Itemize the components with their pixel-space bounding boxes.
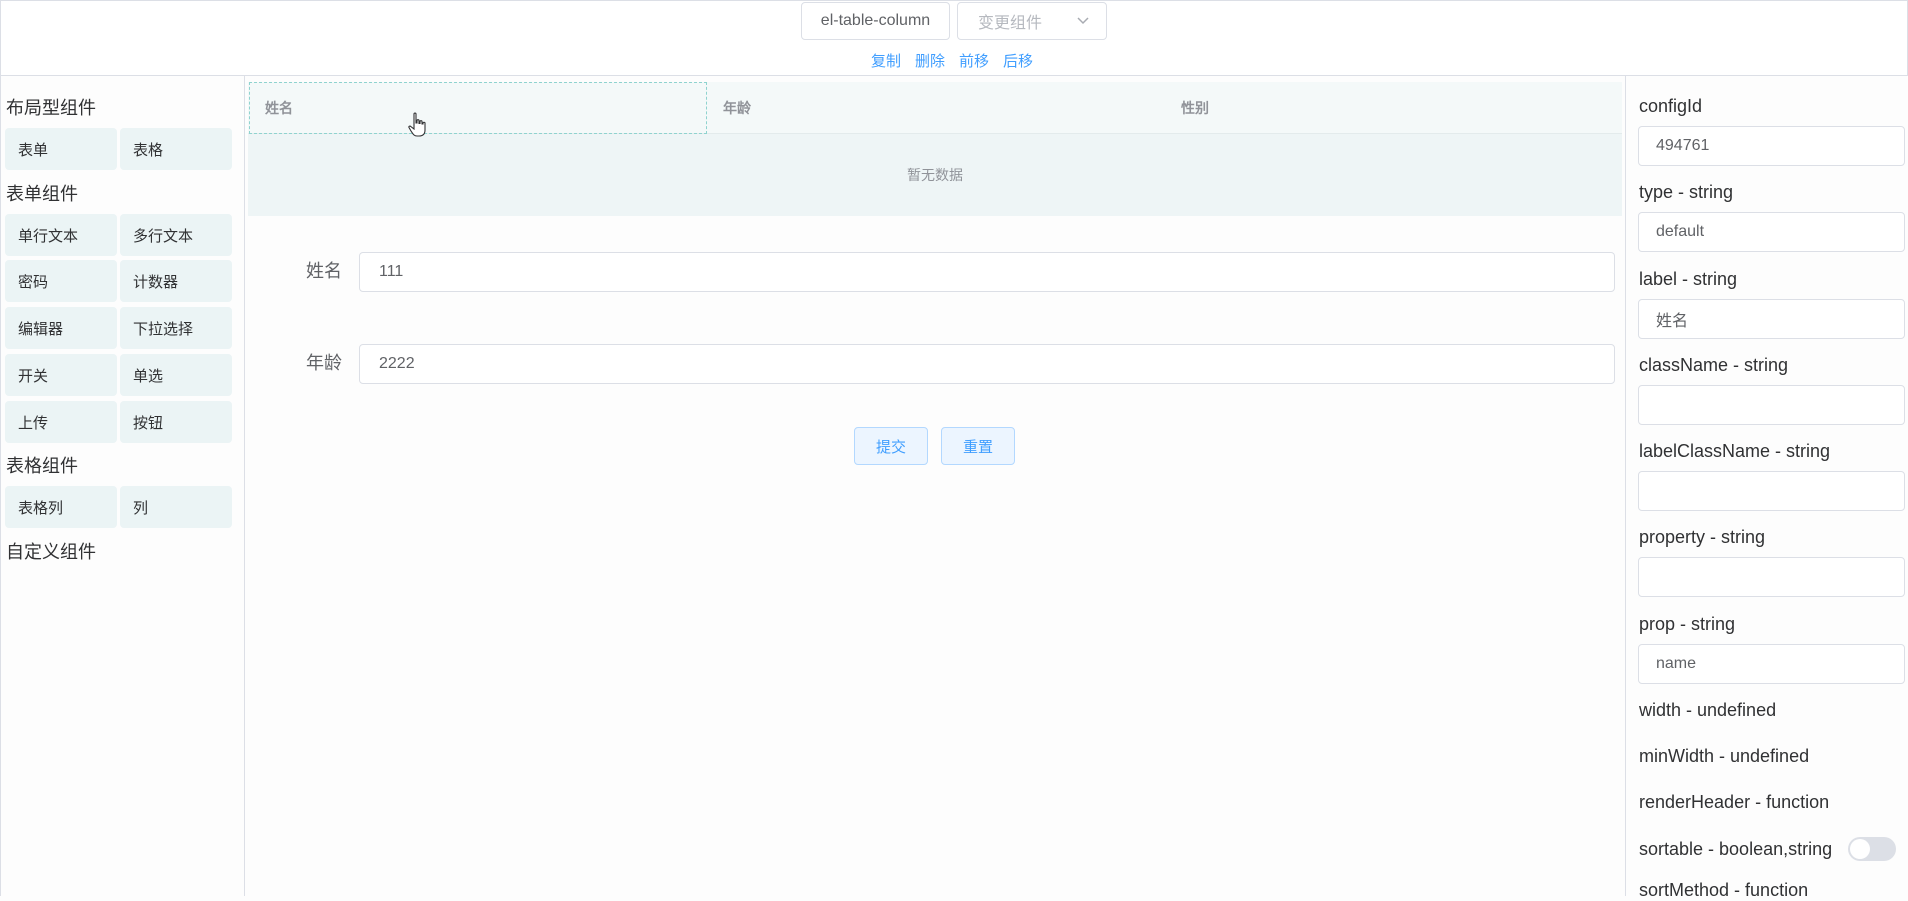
move-backward-button[interactable]: 后移 <box>1003 50 1033 71</box>
table-column-gender[interactable]: 性别 <box>1166 82 1622 134</box>
prop-input-label[interactable]: 姓名 <box>1638 299 1905 339</box>
palette-item-table-column[interactable]: 表格列 <box>5 486 117 528</box>
prop-label-classname: className - string <box>1639 355 1789 375</box>
properties-panel: configId 494761 type - string default la… <box>1625 76 1908 900</box>
palette-item-counter[interactable]: 计数器 <box>120 260 232 302</box>
palette-item-button[interactable]: 按钮 <box>120 401 232 443</box>
sortable-toggle[interactable] <box>1848 837 1896 861</box>
palette-item-multi-line-text[interactable]: 多行文本 <box>120 214 232 256</box>
prop-input-property[interactable] <box>1638 557 1905 597</box>
palette-item-upload[interactable]: 上传 <box>5 401 117 443</box>
prop-input-type[interactable]: default <box>1638 212 1905 252</box>
prop-input-configid[interactable]: 494761 <box>1638 126 1905 166</box>
prop-label-prop: prop - string <box>1639 614 1736 634</box>
preview-table[interactable]: 姓名 年龄 性别 暂无数据 <box>248 82 1622 216</box>
delete-button[interactable]: 删除 <box>915 50 945 71</box>
component-palette: 布局型组件 表单 表格 表单组件 单行文本 多行文本 密码 计数器 编辑器 下拉… <box>0 76 245 896</box>
component-type-chip[interactable]: el-table-column <box>801 2 950 40</box>
change-component-placeholder: 变更组件 <box>978 15 1043 32</box>
palette-item-select[interactable]: 下拉选择 <box>120 307 232 349</box>
table-column-name[interactable]: 姓名 <box>249 82 707 134</box>
prop-label-width: width - undefined <box>1639 700 1777 720</box>
form-group-title: 表单组件 <box>6 184 78 204</box>
chevron-down-icon <box>1077 17 1089 25</box>
palette-item-single-line-text[interactable]: 单行文本 <box>5 214 117 256</box>
prop-input-classname[interactable] <box>1638 385 1905 425</box>
top-toolbar: el-table-column 变更组件 复制 删除 前移 后移 <box>0 0 1908 76</box>
toggle-knob <box>1850 839 1870 859</box>
prop-label-sortmethod: sortMethod - function <box>1639 880 1809 900</box>
prop-label-minwidth: minWidth - undefined <box>1639 746 1810 766</box>
palette-item-password[interactable]: 密码 <box>5 260 117 302</box>
form-input-age[interactable]: 2222 <box>359 344 1615 384</box>
layout-group-title: 布局型组件 <box>6 98 96 118</box>
prop-label-type: type - string <box>1639 182 1734 202</box>
form-label-age: 年龄 <box>306 353 342 373</box>
reset-button[interactable]: 重置 <box>941 427 1015 465</box>
table-header: 姓名 年龄 性别 <box>248 82 1622 134</box>
copy-button[interactable]: 复制 <box>871 50 901 71</box>
palette-item-editor[interactable]: 编辑器 <box>5 307 117 349</box>
prop-input-prop[interactable]: name <box>1638 644 1905 684</box>
prop-label-property: property - string <box>1639 527 1766 547</box>
form-input-name[interactable]: 111 <box>359 252 1615 292</box>
custom-group-title: 自定义组件 <box>6 542 96 562</box>
prop-input-labelclassname[interactable] <box>1638 471 1905 511</box>
move-forward-button[interactable]: 前移 <box>959 50 989 71</box>
palette-item-form[interactable]: 表单 <box>5 128 117 170</box>
submit-button[interactable]: 提交 <box>854 427 928 465</box>
table-column-age[interactable]: 年龄 <box>708 82 1165 134</box>
prop-label-renderheader: renderHeader - function <box>1639 792 1830 812</box>
design-canvas: 姓名 年龄 性别 暂无数据 姓名 111 年龄 2222 提交 重置 <box>245 76 1625 896</box>
palette-item-radio[interactable]: 单选 <box>120 354 232 396</box>
palette-item-column[interactable]: 列 <box>120 486 232 528</box>
prop-label-label: label - string <box>1639 269 1738 289</box>
palette-item-switch[interactable]: 开关 <box>5 354 117 396</box>
prop-label-configid: configId <box>1639 96 1703 116</box>
table-empty-text: 暂无数据 <box>907 167 963 183</box>
change-component-select[interactable]: 变更组件 <box>957 2 1107 40</box>
prop-label-sortable: sortable - boolean,string <box>1639 839 1833 859</box>
prop-label-labelclassname: labelClassName - string <box>1639 441 1831 461</box>
form-label-name: 姓名 <box>306 261 342 281</box>
component-actions: 复制 删除 前移 后移 <box>871 50 1033 71</box>
table-group-title: 表格组件 <box>6 456 78 476</box>
hand-cursor-icon <box>408 112 426 137</box>
palette-item-table[interactable]: 表格 <box>120 128 232 170</box>
